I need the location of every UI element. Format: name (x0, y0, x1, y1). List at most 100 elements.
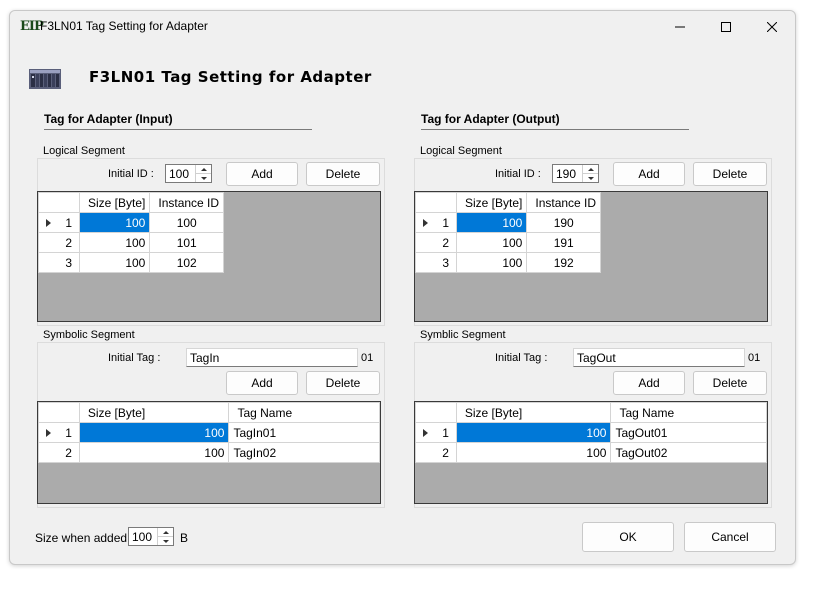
input-symbolic-group-label: Symbolic Segment (42, 329, 136, 341)
size-cell[interactable]: 100 (455, 212, 528, 233)
cancel-button[interactable]: Cancel (684, 522, 776, 552)
output-tag-suffix: 01 (748, 352, 761, 364)
row-header[interactable]: 3 (38, 252, 80, 273)
size-cell[interactable]: 100 (78, 252, 151, 273)
grid-corner (38, 402, 80, 423)
input-section-divider (44, 129, 312, 130)
tag-name-cell[interactable]: TagOut02 (610, 442, 767, 463)
table-row[interactable]: 3 100 192 (415, 252, 602, 273)
maximize-button[interactable] (703, 11, 749, 42)
size-cell[interactable]: 100 (455, 232, 528, 253)
tag-name-cell[interactable]: TagIn01 (228, 422, 380, 443)
table-row[interactable]: 1 100 100 (38, 212, 225, 233)
row-header[interactable]: 1 (38, 212, 80, 233)
row-header[interactable]: 2 (415, 442, 457, 463)
input-section-title: Tag for Adapter (Input) (44, 112, 173, 126)
column-header[interactable]: Instance ID (526, 192, 602, 213)
size-cell[interactable]: 100 (78, 442, 230, 463)
output-initial-id-label: Initial ID : (495, 168, 541, 180)
output-initial-tag-field[interactable]: TagOut (573, 348, 745, 367)
column-header[interactable]: Instance ID (149, 192, 225, 213)
input-initial-id-value: 100 (169, 167, 190, 181)
table-row[interactable]: 1 100 190 (415, 212, 602, 233)
spin-down-icon[interactable] (583, 174, 598, 182)
output-symbolic-delete-button[interactable]: Delete (693, 371, 767, 395)
output-initial-id-value: 190 (556, 167, 577, 181)
input-logical-grid: Size [Byte] Instance ID 1 100 100 2 100 … (37, 191, 381, 322)
table-row[interactable]: 2 100 101 (38, 232, 225, 253)
grid-corner (415, 402, 457, 423)
input-tag-suffix: 01 (361, 352, 374, 364)
size-when-added-stepper[interactable]: 100 (128, 527, 174, 546)
size-cell[interactable]: 100 (78, 422, 230, 443)
grid-header-row: Size [Byte] Tag Name (38, 402, 380, 423)
size-when-added-label: Size when added : (35, 531, 134, 545)
column-header[interactable]: Tag Name (228, 402, 380, 423)
input-initial-id-stepper[interactable]: 100 (165, 164, 212, 183)
row-header[interactable]: 1 (415, 212, 457, 233)
spin-up-icon[interactable] (583, 165, 598, 174)
spin-down-icon[interactable] (196, 174, 211, 182)
tag-name-cell[interactable]: TagOut01 (610, 422, 767, 443)
row-pointer-icon (46, 429, 51, 437)
table-row[interactable]: 1 100 TagIn01 (38, 422, 380, 443)
tag-name-cell[interactable]: TagIn02 (228, 442, 380, 463)
instance-id-cell[interactable]: 102 (149, 252, 225, 273)
row-pointer-icon (423, 429, 428, 437)
title-bar[interactable]: EIP F3LN01 Tag Setting for Adapter (10, 11, 795, 42)
close-button[interactable] (749, 11, 795, 42)
size-cell[interactable]: 100 (78, 232, 151, 253)
size-cell[interactable]: 100 (455, 442, 612, 463)
input-symbolic-add-button[interactable]: Add (226, 371, 298, 395)
size-cell[interactable]: 100 (455, 422, 612, 443)
output-logical-group-label: Logical Segment (419, 145, 503, 157)
column-header[interactable]: Size [Byte] (455, 192, 528, 213)
instance-id-cell[interactable]: 101 (149, 232, 225, 253)
table-row[interactable]: 2 100 191 (415, 232, 602, 253)
column-header[interactable]: Size [Byte] (78, 192, 151, 213)
input-initial-tag-field[interactable]: TagIn (186, 348, 358, 367)
close-icon (767, 21, 777, 32)
row-header[interactable]: 1 (415, 422, 457, 443)
row-header[interactable]: 2 (415, 232, 457, 253)
table-row[interactable]: 2 100 TagIn02 (38, 442, 380, 463)
output-symbolic-group-label: Symblic Segment (419, 329, 507, 341)
instance-id-cell[interactable]: 190 (526, 212, 602, 233)
input-logical-delete-button[interactable]: Delete (306, 162, 380, 186)
instance-id-cell[interactable]: 192 (526, 252, 602, 273)
input-logical-add-button[interactable]: Add (226, 162, 298, 186)
row-header[interactable]: 2 (38, 232, 80, 253)
minimize-button[interactable] (657, 11, 703, 42)
row-header[interactable]: 3 (415, 252, 457, 273)
instance-id-cell[interactable]: 100 (149, 212, 225, 233)
ok-button[interactable]: OK (582, 522, 674, 552)
column-header[interactable]: Size [Byte] (78, 402, 230, 423)
window-title: F3LN01 Tag Setting for Adapter (40, 19, 208, 33)
size-unit-label: B (180, 531, 189, 545)
input-symbolic-delete-button[interactable]: Delete (306, 371, 380, 395)
output-section-title: Tag for Adapter (Output) (421, 112, 560, 126)
output-symbolic-add-button[interactable]: Add (613, 371, 685, 395)
size-cell[interactable]: 100 (78, 212, 151, 233)
page-title: F3LN01 Tag Setting for Adapter (89, 68, 372, 86)
spin-down-icon[interactable] (158, 537, 173, 545)
column-header[interactable]: Size [Byte] (455, 402, 612, 423)
output-initial-id-stepper[interactable]: 190 (552, 164, 599, 183)
plc-rack-icon (29, 69, 61, 89)
spin-up-icon[interactable] (196, 165, 211, 174)
table-row[interactable]: 3 100 102 (38, 252, 225, 273)
maximize-icon (721, 21, 731, 32)
size-cell[interactable]: 100 (455, 252, 528, 273)
spin-up-icon[interactable] (158, 528, 173, 537)
output-logical-add-button[interactable]: Add (613, 162, 685, 186)
output-logical-delete-button[interactable]: Delete (693, 162, 767, 186)
row-header[interactable]: 2 (38, 442, 80, 463)
row-header[interactable]: 1 (38, 422, 80, 443)
input-logical-group-label: Logical Segment (42, 145, 126, 157)
table-row[interactable]: 2 100 TagOut02 (415, 442, 767, 463)
instance-id-cell[interactable]: 191 (526, 232, 602, 253)
output-symbolic-grid: Size [Byte] Tag Name 1 100 TagOut01 2 10… (414, 401, 768, 504)
input-symbolic-grid: Size [Byte] Tag Name 1 100 TagIn01 2 100… (37, 401, 381, 504)
column-header[interactable]: Tag Name (610, 402, 767, 423)
table-row[interactable]: 1 100 TagOut01 (415, 422, 767, 443)
